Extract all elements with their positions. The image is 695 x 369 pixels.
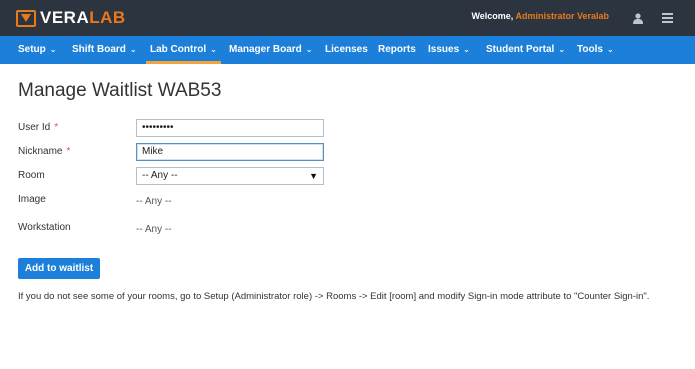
rooms-help-note: If you do not see some of your rooms, go…	[18, 291, 650, 302]
chevron-down-icon: ⌄	[606, 45, 614, 54]
nav-item-setup[interactable]: Setup ⌄	[18, 36, 56, 64]
room-select-value: -- Any --	[142, 170, 178, 181]
top-header: VERALAB Welcome, Administrator Veralab	[0, 0, 695, 36]
image-label: Image	[18, 194, 46, 205]
nav-item-label: Lab Control	[150, 44, 207, 55]
chevron-down-icon: ⌄	[210, 45, 217, 54]
welcome-prefix: Welcome,	[471, 11, 516, 21]
room-select[interactable]: -- Any -- ▼	[136, 167, 324, 185]
user-id-label: User Id *	[18, 122, 59, 133]
logo-text-part1: VERA	[40, 8, 90, 27]
chevron-down-icon: ⌄	[129, 45, 137, 54]
chevron-down-icon: ⌄	[305, 45, 313, 54]
chevron-down-icon: ⌄	[49, 45, 57, 54]
monitor-logo-icon	[16, 9, 36, 27]
logo-text-part2: LAB	[89, 8, 126, 27]
nav-item-label: Licenses	[325, 44, 368, 55]
nav-item-label: Tools	[577, 44, 603, 55]
main-navigation: Setup ⌄ Shift Board ⌄ Lab Control ⌄ Manager…	[0, 36, 695, 64]
nav-item-tools[interactable]: Tools ⌄	[577, 36, 614, 64]
welcome-text: Welcome, Administrator Veralab	[471, 11, 609, 21]
nickname-label: Nickname *	[18, 146, 71, 157]
image-value: -- Any --	[136, 196, 172, 207]
nav-item-student-portal[interactable]: Student Portal ⌄	[486, 36, 565, 64]
veralab-logo[interactable]: VERALAB	[16, 7, 126, 29]
nav-item-shift-board[interactable]: Shift Board ⌄	[72, 36, 137, 64]
room-label: Room	[18, 170, 45, 181]
nav-item-lab-control[interactable]: Lab Control ⌄	[146, 36, 221, 64]
nav-item-manager-board[interactable]: Manager Board ⌄	[229, 36, 313, 64]
nav-item-label: Reports	[378, 44, 416, 55]
nav-item-label: Student Portal	[486, 44, 555, 55]
chevron-down-icon: ⌄	[463, 45, 470, 54]
nav-item-label: Manager Board	[229, 44, 302, 55]
nav-item-label: Setup	[18, 44, 46, 55]
page-title: Manage Waitlist WAB53	[18, 80, 222, 101]
nav-item-reports[interactable]: Reports	[378, 36, 416, 64]
nickname-input[interactable]: Mike	[136, 143, 324, 161]
nav-item-label: Shift Board	[72, 44, 126, 55]
chevron-down-icon: ⌄	[558, 45, 566, 54]
user-icon[interactable]	[632, 12, 644, 24]
nav-item-licenses[interactable]: Licenses	[325, 36, 368, 64]
workstation-label: Workstation	[18, 222, 71, 233]
required-mark: *	[54, 122, 59, 133]
required-mark: *	[66, 146, 71, 157]
nav-item-issues[interactable]: Issues ⌄	[428, 36, 470, 64]
dropdown-arrow-icon: ▼	[309, 171, 318, 181]
add-to-waitlist-button[interactable]: Add to waitlist	[18, 258, 100, 279]
hamburger-menu-icon[interactable]	[662, 13, 673, 23]
user-id-input[interactable]: •••••••••	[136, 119, 324, 137]
workstation-value: -- Any --	[136, 224, 172, 235]
user-name-link[interactable]: Administrator Veralab	[515, 11, 609, 21]
nav-item-label: Issues	[428, 44, 460, 55]
